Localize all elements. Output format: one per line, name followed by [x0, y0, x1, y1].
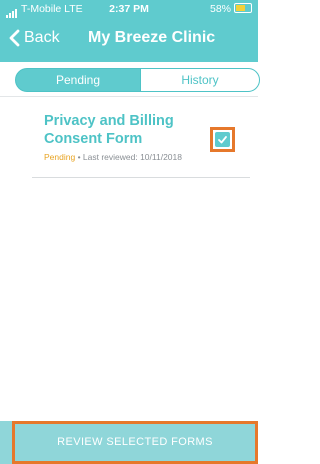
footer-edge: [0, 421, 12, 464]
back-label: Back: [24, 29, 60, 46]
form-meta: Pending • Last reviewed: 10/11/2018: [44, 152, 182, 162]
list-item[interactable]: Privacy and Billing Consent Form Pending…: [32, 112, 250, 178]
nav-bar: Back My Breeze Clinic: [0, 27, 258, 59]
tab-pending[interactable]: Pending: [15, 68, 141, 92]
battery-indicator: 58%: [210, 0, 252, 18]
status-bar: T-Mobile LTE 2:37 PM 58%: [0, 0, 258, 18]
tab-history[interactable]: History: [140, 68, 260, 92]
battery-icon: [234, 3, 252, 13]
status-badge: Pending: [44, 152, 76, 162]
segmented-control: Pending History: [15, 68, 260, 92]
battery-percent: 58%: [209, 3, 231, 15]
chevron-left-icon: [9, 29, 20, 47]
page-title: My Breeze Clinic: [88, 29, 216, 46]
select-checkbox[interactable]: [210, 127, 235, 152]
checkmark-icon: [215, 132, 230, 147]
last-reviewed-text: • Last reviewed: 10/11/2018: [77, 152, 182, 162]
form-title: Privacy and Billing Consent Form: [44, 113, 174, 147]
app-header: T-Mobile LTE 2:37 PM 58% Back My Breeze …: [0, 0, 258, 62]
divider: [32, 177, 250, 178]
back-button[interactable]: Back: [8, 29, 60, 47]
review-selected-forms-button[interactable]: REVIEW SELECTED FORMS: [12, 421, 258, 464]
divider: [0, 96, 258, 97]
